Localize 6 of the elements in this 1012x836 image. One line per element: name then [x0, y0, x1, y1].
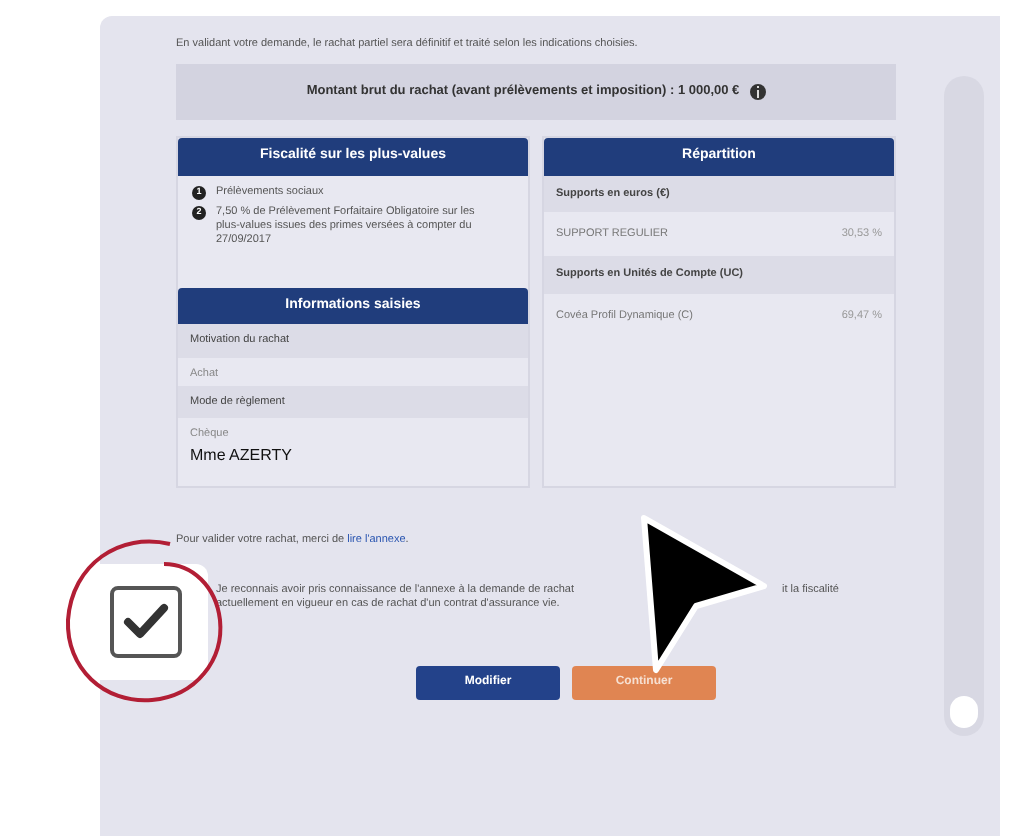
info-name: Mme AZERTY [188, 446, 294, 465]
info-icon[interactable] [749, 84, 766, 101]
checkbox[interactable] [110, 586, 182, 658]
scrollbar-thumb[interactable] [950, 696, 978, 728]
scrollbar-track[interactable] [944, 76, 984, 736]
checkmark-icon [122, 602, 170, 642]
